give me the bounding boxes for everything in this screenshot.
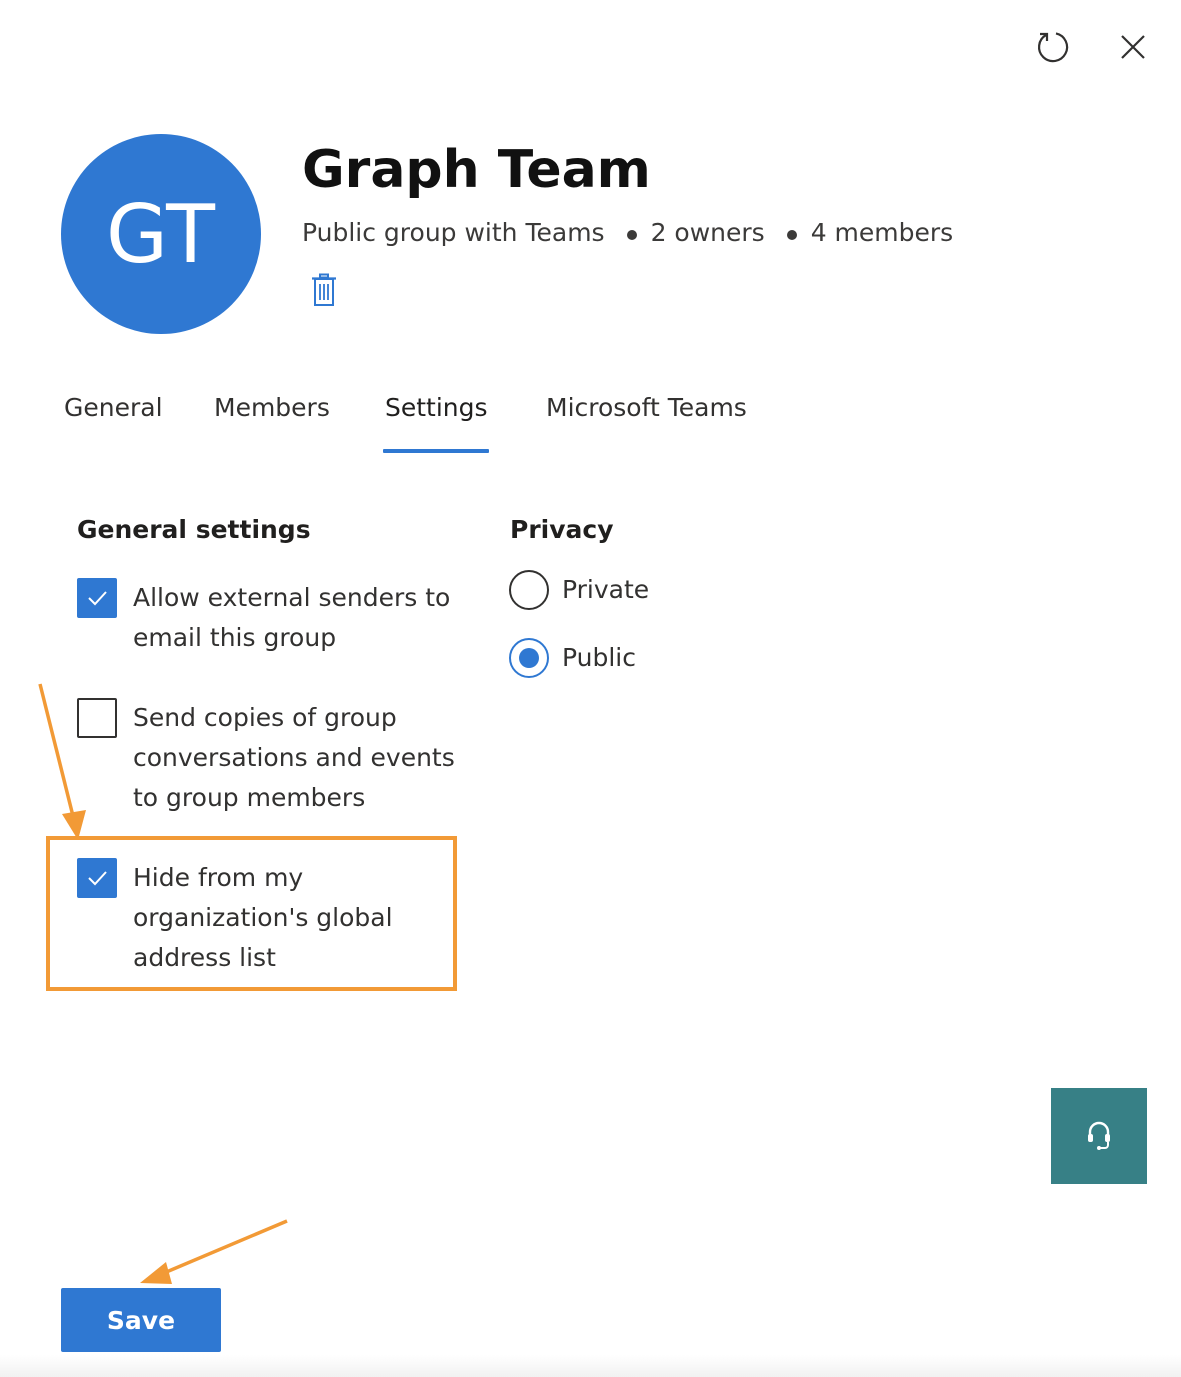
delete-icon[interactable]	[310, 273, 338, 307]
annotation-highlight-box	[46, 836, 457, 991]
general-settings-heading: General settings	[77, 515, 311, 544]
tab-microsoft-teams[interactable]: Microsoft Teams	[546, 393, 747, 422]
save-button[interactable]: Save	[61, 1288, 221, 1352]
group-type: Public group with Teams	[302, 218, 605, 247]
tab-settings[interactable]: Settings	[385, 393, 488, 422]
allow-external-senders-label: Allow external senders to email this gro…	[133, 583, 451, 652]
separator-dot	[786, 229, 797, 240]
tab-members[interactable]: Members	[214, 393, 330, 422]
group-summary: Public group with Teams 2 owners 4 membe…	[302, 218, 953, 247]
privacy-heading: Privacy	[510, 515, 614, 544]
support-button[interactable]	[1051, 1088, 1147, 1184]
headset-icon	[1088, 1121, 1110, 1150]
selected-tab-indicator	[383, 449, 489, 453]
group-avatar: GT	[61, 134, 261, 334]
avatar-initials: GT	[105, 187, 216, 281]
send-copies-label: Send copies of group conversations and e…	[133, 703, 455, 812]
send-copies-checkbox[interactable]	[77, 698, 117, 738]
bottom-shadow	[0, 1355, 1181, 1377]
checkmark-icon	[88, 591, 107, 606]
privacy-private-label: Private	[562, 575, 650, 604]
separator-dot	[626, 229, 637, 240]
tab-general[interactable]: General	[64, 393, 163, 422]
arrow-to-save	[140, 1219, 288, 1284]
privacy-public-radio[interactable]	[509, 638, 549, 678]
refresh-icon[interactable]	[1033, 27, 1073, 67]
privacy-private-radio[interactable]	[509, 570, 549, 610]
close-icon[interactable]	[1113, 27, 1153, 67]
owners-count: 2 owners	[650, 218, 765, 247]
privacy-public-label: Public	[562, 643, 636, 672]
group-title: Graph Team	[302, 140, 651, 200]
members-count: 4 members	[810, 218, 954, 247]
allow-external-senders-checkbox[interactable]	[77, 578, 117, 618]
